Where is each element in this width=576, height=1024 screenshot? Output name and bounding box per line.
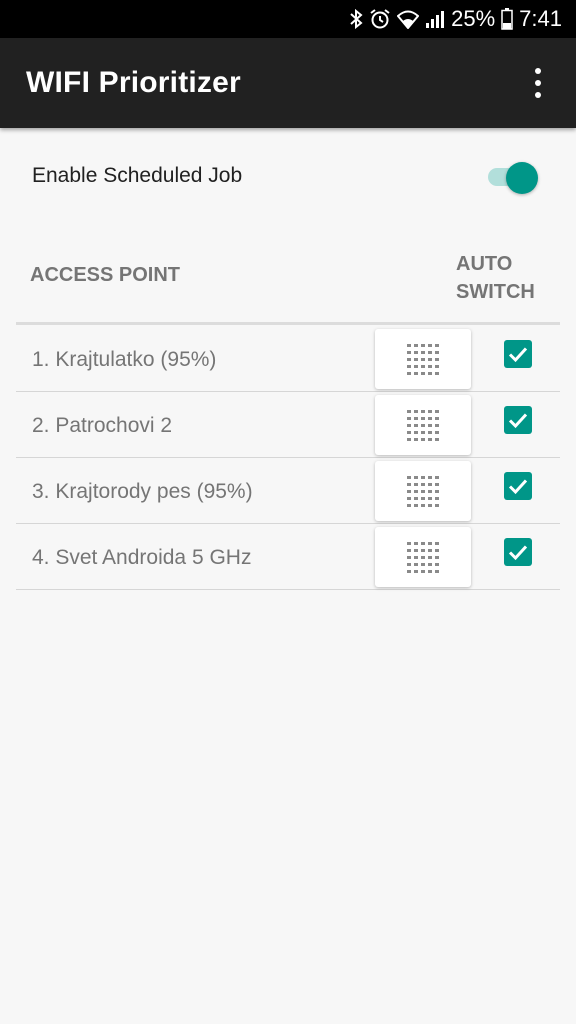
signal-icon [425, 9, 445, 29]
status-icons: 25% 7:41 [349, 0, 562, 38]
list-item: 3. Krajtorody pes (95%) [16, 458, 560, 524]
switch-thumb [506, 162, 538, 194]
more-vert-icon[interactable] [526, 68, 550, 98]
auto-switch-checkbox[interactable] [504, 406, 532, 434]
app-bar: WIFI Prioritizer [0, 38, 576, 128]
drag-handle-icon[interactable] [375, 329, 471, 389]
scheduled-job-row: Enable Scheduled Job [0, 140, 576, 212]
scheduled-job-label: Enable Scheduled Job [32, 164, 243, 187]
header-divider [16, 322, 560, 325]
column-header-auto-switch-line1: AUTO [456, 253, 513, 275]
access-point-label: 3. Krajtorody pes (95%) [32, 480, 253, 503]
drag-handle-icon[interactable] [375, 461, 471, 521]
scheduled-job-switch[interactable] [486, 160, 542, 194]
check-icon [508, 413, 528, 429]
status-bar: 25% 7:41 [0, 0, 576, 38]
check-icon [508, 347, 528, 363]
auto-switch-checkbox[interactable] [504, 538, 532, 566]
drag-handle-icon[interactable] [375, 395, 471, 455]
check-icon [508, 479, 528, 495]
battery-percent: 25% [451, 6, 496, 31]
column-header-auto-switch: AUTO SWITCH [456, 250, 566, 306]
auto-switch-checkbox[interactable] [504, 472, 532, 500]
bluetooth-icon [349, 8, 363, 30]
access-point-label: 4. Svet Androida 5 GHz [32, 546, 252, 569]
wifi-icon [397, 9, 420, 29]
check-icon [508, 545, 528, 561]
column-header-auto-switch-line2: SWITCH [456, 281, 535, 303]
access-point-label: 2. Patrochovi 2 [32, 414, 173, 437]
list-item: 1. Krajtulatko (95%) [16, 326, 560, 392]
auto-switch-checkbox[interactable] [504, 340, 532, 368]
app-title: WIFI Prioritizer [26, 66, 241, 99]
list-item: 2. Patrochovi 2 [16, 392, 560, 458]
drag-handle-icon[interactable] [375, 527, 471, 587]
column-header-access-point: ACCESS POINT [30, 264, 181, 286]
access-point-label: 1. Krajtulatko (95%) [32, 348, 217, 371]
access-point-list: 1. Krajtulatko (95%) 2. Patrochovi 2 3. … [16, 326, 560, 590]
clock: 7:41 [519, 6, 562, 31]
list-item: 4. Svet Androida 5 GHz [16, 524, 560, 590]
alarm-icon [369, 8, 391, 30]
battery-icon [501, 8, 513, 30]
